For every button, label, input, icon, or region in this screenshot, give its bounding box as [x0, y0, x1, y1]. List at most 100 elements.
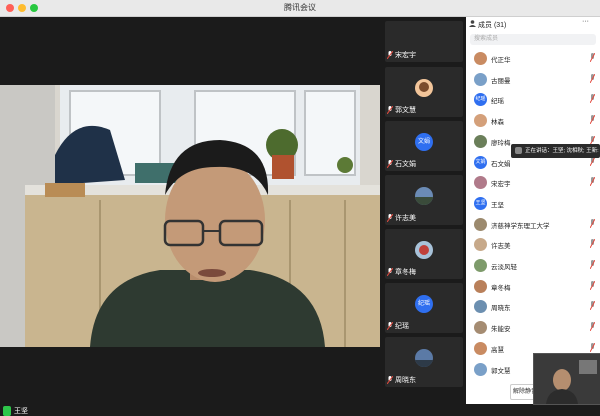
member-name: 云淡风轻 [491, 264, 517, 271]
user-photo-avatar [474, 238, 487, 252]
initials-avatar: 文娟 [415, 133, 433, 151]
initials-avatar: 文娟 [474, 155, 487, 169]
microphone-muted-icon[interactable] [590, 53, 595, 62]
self-view-preview[interactable] [533, 353, 600, 405]
current-speaker-name: 王坚 [14, 408, 28, 415]
initials-avatar: 王坚 [474, 196, 487, 210]
thumbnail-tile[interactable]: 纪瑶 纪瑶 [385, 283, 463, 333]
thumbnail-tile[interactable]: 周晓东 [385, 337, 463, 387]
member-name: 朱能安 [491, 326, 511, 334]
member-row[interactable]: 林森 [466, 110, 600, 130]
microphone-muted-icon [387, 106, 393, 114]
thumbnail-name: 章冬梅 [395, 269, 416, 276]
microphone-muted-icon [387, 160, 393, 168]
window-title: 腾讯会议 [284, 3, 316, 12]
more-options-button[interactable]: ··· [582, 18, 589, 25]
user-photo-avatar [474, 362, 487, 376]
microphone-muted-icon[interactable] [590, 218, 595, 228]
panel-header: 成员 (31) ··· [466, 17, 600, 31]
user-photo-avatar [474, 279, 487, 293]
microphone-muted-icon[interactable] [590, 239, 595, 249]
member-name: 古丽曼 [491, 77, 511, 85]
thumbnail-name: 郭文慧 [395, 107, 416, 114]
participants-panel: 成员 (31) ··· 搜索成员 代正华 古丽曼 纪瑶 纪瑶 林森 廖玲梅 文娟 石文娟 宋宏宇… [466, 17, 600, 404]
thumbnail-tile[interactable]: 文娟 石文娟 [385, 121, 463, 171]
thumbnail-tile[interactable]: 郭文慧 [385, 67, 463, 117]
member-name: 宋宏宇 [491, 181, 511, 189]
user-photo-avatar [474, 72, 487, 86]
member-name: 高慧 [491, 346, 504, 354]
speaker-video [0, 85, 380, 347]
member-name: 济慈神学东理工大学 [491, 222, 550, 230]
member-row[interactable]: 章冬梅 [466, 276, 600, 296]
thumbnail-name: 宋宏宇 [395, 52, 416, 59]
main-video-area: 王坚 [0, 17, 380, 416]
member-name: 石文娟 [491, 160, 511, 168]
member-row[interactable]: 周晓东 [466, 296, 600, 316]
member-row[interactable]: 王坚 王坚 [466, 193, 600, 213]
speaker-thumbnail-icon [515, 147, 522, 155]
microphone-muted-icon[interactable] [590, 301, 595, 311]
microphone-muted-icon[interactable] [590, 342, 595, 352]
microphone-muted-icon [387, 376, 393, 384]
speaking-tooltip-text: 正在讲话：王坚; 沈相秋; 王新: [525, 148, 599, 154]
member-name: 周晓东 [491, 305, 511, 313]
member-row[interactable]: 代正华 [466, 48, 600, 68]
user-photo-avatar [474, 114, 487, 128]
member-row[interactable]: 宋宏宇 [466, 172, 600, 192]
user-photo-avatar [474, 321, 487, 335]
user-photo-avatar [474, 259, 487, 272]
user-icon [469, 20, 476, 27]
thumbnail-tile[interactable]: 章冬梅 [385, 229, 463, 279]
thumbnail-tile[interactable]: 宋宏宇 [385, 21, 463, 62]
thumbnail-name: 许志美 [395, 215, 416, 222]
thumbnail-tile[interactable]: 许志美 [385, 175, 463, 225]
member-name: 廖玲梅 [491, 139, 511, 147]
panel-title: 成员 (31) [478, 22, 507, 29]
microphone-muted-icon [387, 268, 393, 276]
member-name: 郭文慧 [491, 367, 511, 375]
user-photo-avatar [474, 176, 487, 190]
member-row[interactable]: 云淡风轻 [466, 255, 600, 275]
member-row[interactable]: 纪瑶 纪瑶 [466, 89, 600, 109]
member-row[interactable]: 朱能安 [466, 317, 600, 337]
speaker-video-frame [0, 85, 380, 347]
microphone-muted-icon[interactable] [590, 73, 595, 83]
microphone-muted-icon[interactable] [590, 322, 595, 332]
user-photo-avatar [474, 300, 487, 314]
thumbnail-name: 石文娟 [395, 161, 416, 168]
member-name: 林森 [491, 119, 504, 127]
member-name: 王坚 [491, 201, 504, 209]
microphone-muted-icon [387, 214, 393, 222]
member-name: 代正华 [491, 57, 511, 64]
microphone-muted-icon[interactable] [590, 94, 595, 104]
user-photo-avatar [474, 341, 487, 355]
member-row[interactable]: 济慈神学东理工大学 [466, 214, 600, 234]
member-name: 许志美 [491, 243, 511, 251]
member-search-input[interactable]: 搜索成员 [470, 34, 596, 45]
speaking-tooltip: 正在讲话：王坚; 沈相秋; 王新: [511, 144, 600, 158]
user-photo-avatar [474, 134, 487, 148]
member-row[interactable]: 许志美 [466, 234, 600, 254]
initials-avatar: 纪瑶 [474, 93, 487, 107]
microphone-muted-icon[interactable] [590, 115, 595, 125]
video-thumbnail-strip: 宋宏宇 郭文慧 文娟 石文娟 许志美 章冬梅 纪瑶 纪瑶 周晓东 [381, 17, 465, 404]
self-view-video [534, 354, 600, 404]
user-photo-avatar [415, 187, 433, 205]
microphone-muted-icon[interactable] [590, 260, 595, 269]
microphone-muted-icon [387, 51, 393, 59]
microphone-muted-icon[interactable] [590, 177, 595, 187]
user-photo-avatar [474, 52, 487, 65]
microphone-muted-icon [387, 322, 393, 330]
thumbnail-name: 周晓东 [395, 377, 416, 384]
user-photo-avatar [415, 79, 433, 97]
title-bar: 腾讯会议 [0, 0, 600, 17]
member-row[interactable]: 古丽曼 [466, 69, 600, 89]
microphone-active-icon [3, 406, 11, 416]
member-name: 纪瑶 [491, 98, 504, 106]
user-photo-avatar [415, 241, 433, 259]
member-name: 章冬梅 [491, 284, 511, 292]
user-photo-avatar [415, 349, 433, 367]
initials-avatar: 纪瑶 [415, 295, 433, 313]
microphone-muted-icon[interactable] [590, 280, 595, 290]
